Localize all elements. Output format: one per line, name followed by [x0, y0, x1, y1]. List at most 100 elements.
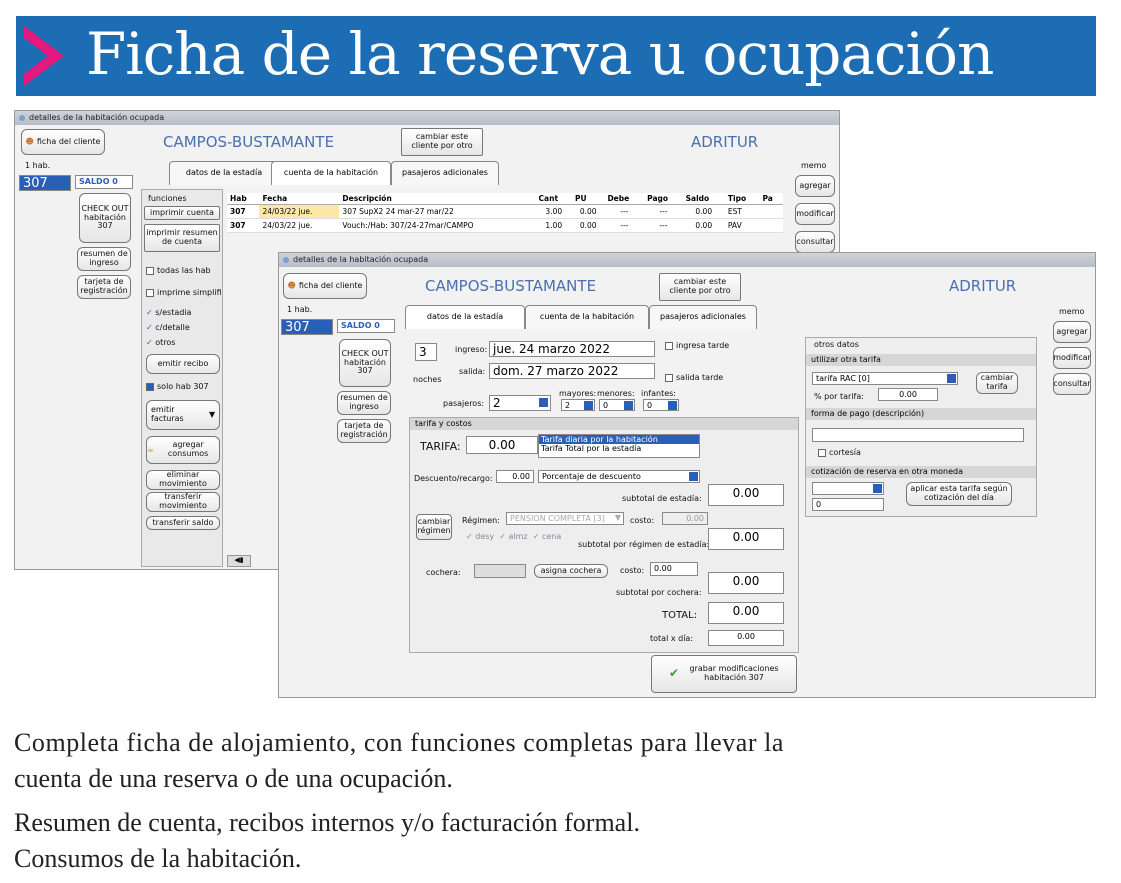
resumen-ingreso-button[interactable]: resumen de ingreso: [337, 391, 391, 415]
table-cell: 24/03/22 jue.: [259, 204, 340, 219]
tarifa-field[interactable]: 0.00: [466, 436, 538, 454]
c-detalle-label: c/detalle: [155, 323, 190, 332]
cambiar-regimen-button[interactable]: cambiar régimen: [416, 514, 452, 540]
agregar-button[interactable]: agregar: [795, 175, 835, 197]
descuento-field[interactable]: 0.00: [496, 470, 534, 483]
por-tarifa-field[interactable]: 0.00: [878, 388, 938, 401]
room-list-item[interactable]: 307: [19, 175, 71, 191]
tarjeta-registracion-button[interactable]: tarjeta de registración: [337, 419, 391, 443]
infantes-field[interactable]: 0: [643, 399, 679, 411]
checkout-button[interactable]: CHECK OUT habitación 307: [339, 339, 391, 387]
chevron-down-icon: [947, 374, 956, 383]
transferir-saldo-button[interactable]: transferir saldo: [146, 516, 220, 530]
column-header: PU: [572, 193, 605, 205]
chevron-down-icon: [539, 398, 548, 407]
table-cell: 0.00: [682, 204, 725, 219]
s-estadia-option[interactable]: ✓ s/estadia: [146, 308, 191, 317]
salida-date-field[interactable]: dom. 27 marzo 2022: [489, 363, 655, 379]
cochera-field[interactable]: [474, 564, 526, 578]
memo-label: memo: [1059, 307, 1085, 316]
resumen-ingreso-label: resumen de ingreso: [80, 249, 128, 267]
pasajeros-label: pasajeros:: [443, 399, 485, 408]
imprimir-resumen-button[interactable]: imprimir resumen de cuenta: [144, 224, 220, 252]
asigna-cochera-button[interactable]: asigna cochera: [534, 564, 608, 578]
table-cell: 24/03/22 jue.: [259, 218, 340, 233]
imprimir-cuenta-button[interactable]: imprimir cuenta: [144, 206, 220, 220]
forma-pago-field[interactable]: [812, 428, 1024, 442]
desy-option[interactable]: ✓ desy ✓ almz ✓ cena: [466, 532, 561, 541]
imprime-simplif-label: imprime simplifi: [157, 288, 222, 297]
cambiar-tarifa-button[interactable]: cambiar tarifa: [976, 372, 1018, 394]
table-cell: EST: [724, 204, 760, 219]
transferir-movimiento-button[interactable]: transferir movimiento: [146, 492, 220, 512]
costo-field[interactable]: 0.00: [662, 512, 708, 525]
tarjeta-registracion-button[interactable]: tarjeta de registración: [77, 275, 131, 299]
cambiar-cliente-button[interactable]: cambiar este cliente por otro: [401, 128, 483, 156]
ingreso-date-field[interactable]: jue. 24 marzo 2022: [489, 341, 655, 357]
table-row[interactable]: 307 24/03/22 jue. Vouch:/Hab: 307/24-27mar…: [227, 218, 783, 233]
tab-pasajeros-adicionales[interactable]: pasajeros adicionales: [649, 305, 757, 329]
emitir-recibo-button[interactable]: emitir recibo: [146, 354, 220, 374]
subtotal-cochera-label: subtotal por cochera:: [616, 588, 702, 597]
checkout-button[interactable]: CHECK OUT habitación 307: [79, 193, 131, 243]
tarifa-rac-select[interactable]: tarifa RAC [0]: [812, 372, 958, 385]
imprime-simplif-checkbox[interactable]: imprime simplifi: [146, 288, 222, 297]
tab-datos-estadia[interactable]: datos de la estadía: [169, 161, 279, 185]
otros-option[interactable]: ✓ otros: [146, 338, 175, 347]
cambiar-cliente-label: cambiar este cliente por otro: [669, 277, 731, 295]
eliminar-movimiento-button[interactable]: eliminar movimiento: [146, 470, 220, 490]
chevron-down-icon: [624, 401, 633, 410]
check-icon: ✔: [668, 666, 680, 681]
subtotal-regimen-value: 0.00: [708, 528, 784, 550]
cortesia-checkbox[interactable]: cortesía: [818, 448, 861, 457]
guest-name: CAMPOS-BUSTAMANTE: [425, 277, 597, 295]
tarifa-option-diaria[interactable]: Tarifa diaria por la habitación: [539, 435, 699, 444]
tab-pasajeros-adicionales[interactable]: pasajeros adicionales: [391, 161, 499, 185]
table-cell: ---: [644, 204, 683, 219]
total-value: 0.00: [708, 602, 784, 624]
costo-cochera-field[interactable]: 0.00: [650, 562, 698, 576]
regimen-select[interactable]: PENSION COMPLETA [3] ▼: [506, 512, 624, 525]
ingresa-tarde-checkbox[interactable]: ingresa tarde: [665, 341, 729, 350]
column-header: Pago: [644, 193, 683, 205]
forma-pago-header: forma de pago (descripción): [806, 408, 1036, 420]
noches-field[interactable]: 3: [415, 343, 437, 361]
modificar-button[interactable]: modificar: [1053, 347, 1091, 369]
solo-hab-checkbox[interactable]: solo hab 307: [146, 382, 209, 391]
descuento-label: Descuento/recargo:: [414, 474, 493, 483]
cambiar-cliente-button[interactable]: cambiar este cliente por otro: [659, 273, 741, 301]
consultar-button[interactable]: consultar: [1053, 373, 1091, 395]
menores-field[interactable]: 0: [599, 399, 635, 411]
table-cell: 307: [227, 218, 260, 233]
table-row[interactable]: 307 24/03/22 jue. 307 SupX2 24 mar-27 mar/…: [227, 204, 783, 219]
c-detalle-option[interactable]: ✓ c/detalle: [146, 323, 190, 332]
resumen-ingreso-label: resumen de ingreso: [340, 393, 388, 411]
tab-cuenta-habitacion[interactable]: cuenta de la habitación: [271, 161, 391, 185]
resumen-ingreso-button[interactable]: resumen de ingreso: [77, 247, 131, 271]
cotizacion-field[interactable]: 0: [812, 498, 884, 511]
emitir-facturas-dropdown[interactable]: emitir facturas ▼: [146, 400, 220, 430]
tarifa-type-list[interactable]: Tarifa diaria por la habitación Tarifa T…: [538, 434, 700, 458]
todas-hab-checkbox[interactable]: todas las hab: [146, 266, 211, 275]
tab-datos-estadia[interactable]: datos de la estadía: [405, 305, 525, 329]
descuento-tipo-select[interactable]: Porcentaje de descuento: [538, 470, 700, 483]
tarifa-option-total[interactable]: Tarifa Total por la estadía: [539, 444, 699, 453]
grabar-modificaciones-button[interactable]: ✔ grabar modificaciones habitación 307: [651, 655, 797, 693]
tab-cuenta-habitacion[interactable]: cuenta de la habitación: [525, 305, 649, 329]
salida-tarde-checkbox[interactable]: salida tarde: [665, 373, 723, 382]
ficha-cliente-button[interactable]: ☻ ficha del cliente: [283, 273, 367, 299]
guest-name: CAMPOS-BUSTAMANTE: [163, 133, 335, 151]
pasajeros-field[interactable]: 2: [489, 395, 551, 411]
scrollbar[interactable]: ◀▮: [227, 555, 251, 567]
mayores-field[interactable]: 2: [561, 399, 595, 411]
aplicar-cotizacion-button[interactable]: aplicar esta tarifa según cotización del…: [906, 482, 1012, 506]
ficha-cliente-button[interactable]: ☻ ficha del cliente: [21, 129, 105, 155]
company-name: ADRITUR: [691, 133, 759, 151]
consultar-button[interactable]: consultar: [795, 231, 835, 253]
infantes-label: infantes:: [641, 389, 677, 398]
agregar-consumos-button[interactable]: ☕ agregar consumos: [146, 436, 220, 464]
room-list-item[interactable]: 307: [281, 319, 333, 335]
moneda-select[interactable]: [812, 482, 884, 495]
agregar-button[interactable]: agregar: [1053, 321, 1091, 343]
modificar-button[interactable]: modificar: [795, 203, 835, 225]
